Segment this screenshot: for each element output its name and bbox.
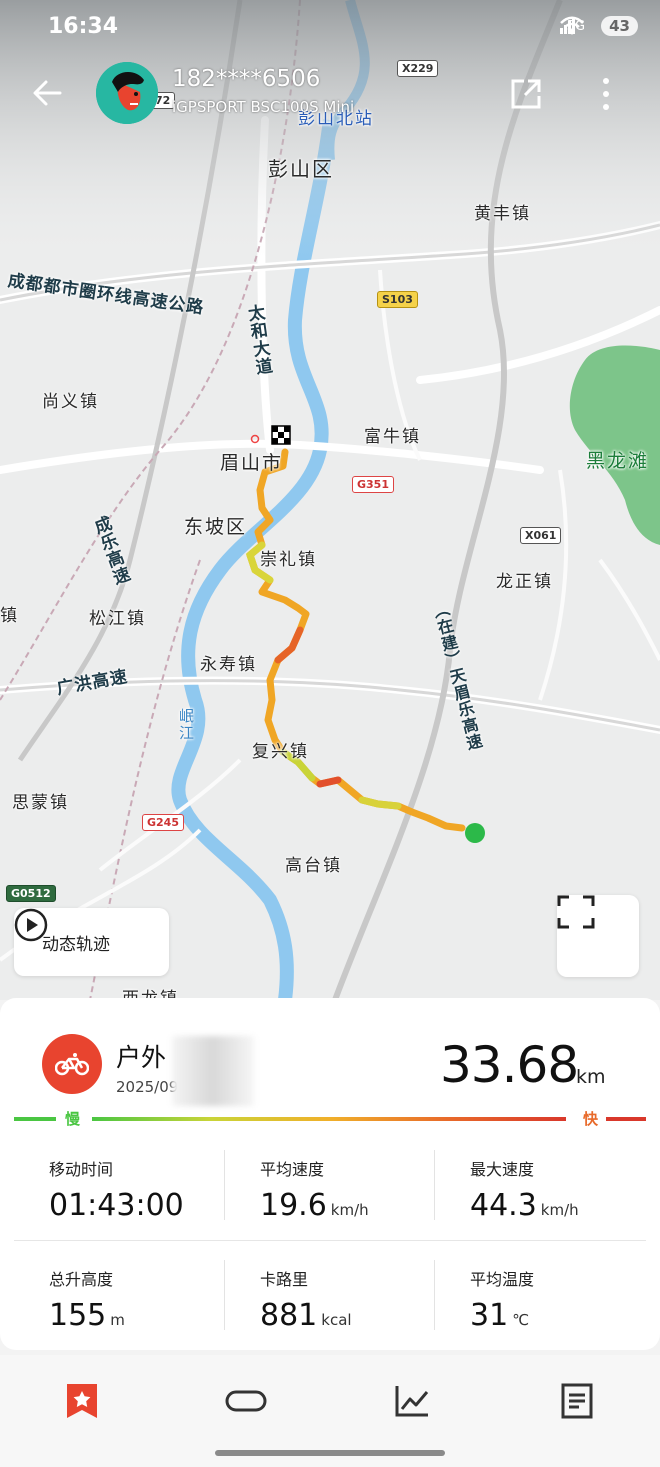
map-label-fuxing: 复兴镇 — [252, 742, 309, 762]
stat-avg-temperature: 平均温度 31 ℃ — [470, 1270, 535, 1333]
stat-avg-speed: 平均速度 19.6 km/h — [260, 1160, 369, 1223]
document-icon — [560, 1383, 594, 1419]
map-label-shangyi: 尚义镇 — [42, 392, 99, 412]
fast-label: 快 — [582, 1110, 598, 1128]
tab-segments[interactable] — [225, 1381, 267, 1421]
battery-indicator: 43 — [601, 16, 638, 36]
speed-gradient — [92, 1117, 566, 1121]
map-label-heilongtan: 黑龙滩 — [586, 450, 650, 472]
map-label-gaotai: 高台镇 — [285, 856, 342, 876]
route-start-marker — [465, 823, 485, 843]
map-label-meishan: 眉山市 — [220, 452, 284, 474]
tab-overview[interactable] — [62, 1381, 102, 1421]
stat-calories: 卡路里 881 kcal — [260, 1270, 352, 1333]
map-label-dongpo: 东坡区 — [184, 516, 248, 538]
redacted-blur — [172, 1036, 254, 1106]
status-icons: 5G 43 — [559, 16, 638, 36]
chart-line-icon — [394, 1384, 430, 1418]
username: 182****6506 — [172, 66, 321, 92]
map-label-longzheng: 龙正镇 — [496, 572, 553, 592]
stat-moving-time: 移动时间 01:43:00 — [49, 1160, 184, 1223]
shield-s103: S103 — [377, 291, 418, 308]
route-map[interactable]: 彭山北站 彭山区 黄丰镇 尚义镇 富牛镇 眉山市 黑龙滩 东坡区 崇礼镇 龙正镇… — [0, 0, 660, 1000]
avatar[interactable] — [96, 62, 158, 124]
map-label-fuliu: 富牛镇 — [364, 427, 421, 447]
stat-max-speed: 最大速度 44.3 km/h — [470, 1160, 579, 1223]
map-label-yongshou: 永寿镇 — [200, 655, 257, 675]
distance-value: 33.68 — [440, 1036, 579, 1094]
home-indicator[interactable] — [215, 1450, 445, 1456]
cycling-icon — [42, 1034, 102, 1094]
tab-charts[interactable] — [392, 1381, 432, 1421]
device-name: iGPSPORT BSC100S Mini — [172, 98, 355, 116]
status-time: 16:34 — [48, 14, 119, 39]
link-icon — [225, 1389, 267, 1413]
replay-track-button[interactable]: 动态轨迹 — [14, 908, 169, 976]
divider — [14, 1240, 646, 1241]
activity-date: 2025/09 — [116, 1078, 179, 1096]
header-bar: 182****6506 iGPSPORT BSC100S Mini — [0, 60, 660, 130]
map-label-zhen: 镇 — [0, 606, 19, 626]
slow-label: 慢 — [65, 1110, 81, 1128]
bookmark-star-icon — [65, 1382, 99, 1420]
map-label-simeng: 思蒙镇 — [12, 793, 69, 813]
divider — [434, 1150, 435, 1220]
activity-summary-card: 户外 行 2025/09 33.68 km 慢 快 移动时间 01:43:00 … — [0, 998, 660, 1350]
shield-x061: X061 — [520, 527, 562, 544]
map-label-huangfeng: 黄丰镇 — [474, 204, 531, 224]
map-label-chongli: 崇礼镇 — [260, 550, 317, 570]
map-label-songjiang: 松江镇 — [89, 609, 146, 629]
stat-elevation-gain: 总升高度 155 m — [49, 1270, 125, 1333]
shield-g0512: G0512 — [6, 885, 56, 902]
fullscreen-button[interactable] — [557, 895, 639, 977]
replay-label: 动态轨迹 — [42, 934, 110, 955]
shield-g351: G351 — [352, 476, 394, 493]
divider — [224, 1150, 225, 1220]
shield-g245: G245 — [142, 814, 184, 831]
speed-legend: 慢 快 — [14, 1110, 646, 1128]
map-label-pengshan: 彭山区 — [268, 157, 334, 181]
tab-details[interactable] — [557, 1381, 597, 1421]
distance-unit: km — [576, 1066, 606, 1088]
map-canvas — [0, 0, 660, 1000]
map-label-minjiang: 岷江 — [177, 708, 195, 742]
